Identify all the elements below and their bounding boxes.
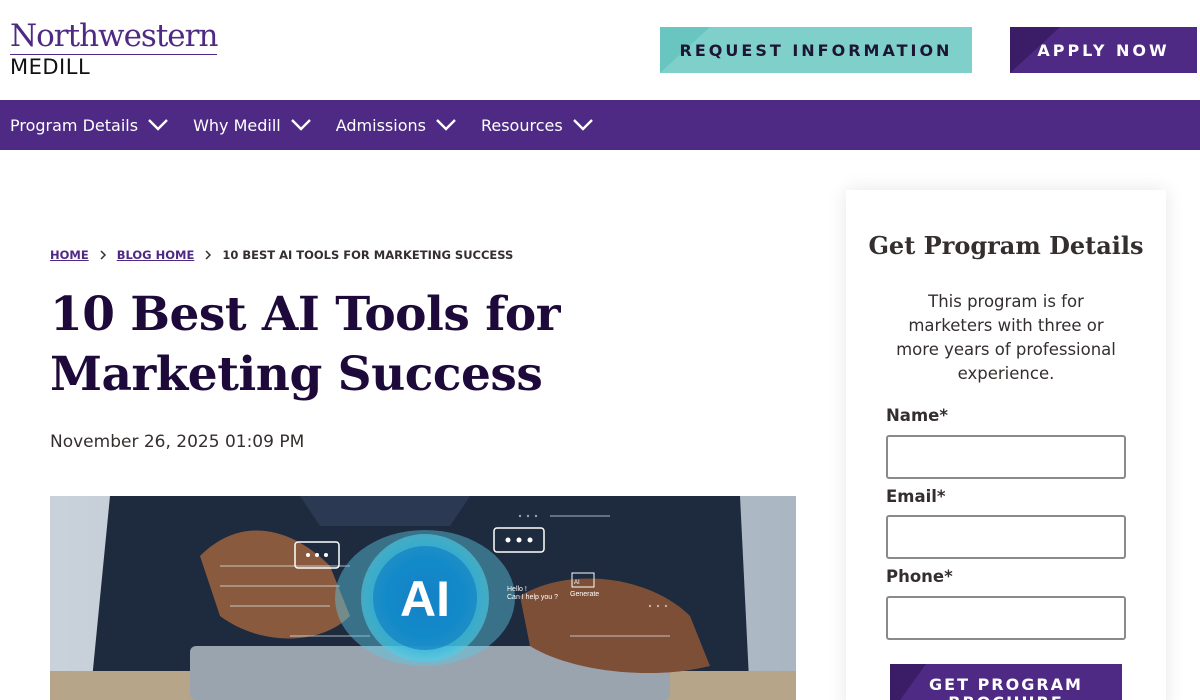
form-description: This program is for marketers with three… bbox=[896, 292, 1116, 383]
nav-item-label: Why Medill bbox=[193, 115, 281, 135]
site-header: Northwestern MEDILL REQUEST INFORMATION … bbox=[0, 0, 1200, 100]
chevron-down-icon bbox=[290, 119, 311, 131]
apply-now-button[interactable]: APPLY NOW bbox=[1010, 27, 1197, 73]
breadcrumb-home-link[interactable]: HOME bbox=[50, 248, 89, 262]
breadcrumb: HOME BLOG HOME 10 BEST AI TOOLS FOR MARK… bbox=[50, 248, 513, 262]
chevron-right-icon bbox=[205, 250, 212, 260]
chevron-down-icon bbox=[572, 119, 593, 131]
page-title: 10 Best AI Tools for Marketing Success bbox=[50, 287, 561, 402]
get-program-brochure-button[interactable]: GET PROGRAM BROCHURE bbox=[890, 664, 1122, 700]
northwestern-medill-logo[interactable]: Northwestern MEDILL bbox=[10, 18, 218, 79]
chevron-down-icon bbox=[148, 119, 168, 131]
nav-item-admissions[interactable]: Admissions bbox=[336, 100, 457, 150]
apply-now-label: APPLY NOW bbox=[1037, 40, 1170, 60]
nav-item-label: Program Details bbox=[10, 115, 139, 135]
request-information-button[interactable]: REQUEST INFORMATION bbox=[660, 27, 972, 73]
logo-northwestern-text: Northwestern bbox=[10, 18, 218, 55]
hero-chat-text-1: Hello ! bbox=[507, 586, 527, 593]
hero-generate-text: Generate bbox=[570, 591, 599, 598]
article-date: November 26, 2025 01:09 PM bbox=[50, 432, 305, 452]
hero-image: AI Hello ! Can I help you ? AI Generate bbox=[50, 496, 796, 700]
hero-ai-text: AI bbox=[400, 571, 450, 627]
form-title: Get Program Details bbox=[868, 231, 1144, 260]
email-field-label: Email* bbox=[886, 487, 946, 506]
chevron-right-icon bbox=[100, 250, 106, 260]
request-information-label: REQUEST INFORMATION bbox=[679, 40, 953, 60]
breadcrumb-current-page: 10 BEST AI TOOLS FOR MARKETING SUCCESS bbox=[222, 248, 514, 262]
nav-item-program-details[interactable]: Program Details bbox=[10, 100, 169, 150]
breadcrumb-blog-home-link[interactable]: BLOG HOME bbox=[117, 248, 195, 262]
nav-item-resources[interactable]: Resources bbox=[481, 100, 594, 150]
hero-chat-text-2: Can I help you ? bbox=[507, 594, 558, 601]
logo-medill-text: MEDILL bbox=[10, 55, 91, 79]
get-program-brochure-label: GET PROGRAM BROCHURE bbox=[929, 675, 1083, 700]
program-details-form: Get Program Details This program is for … bbox=[846, 190, 1166, 700]
ai-illustration: AI Hello ! Can I help you ? AI Generate bbox=[50, 496, 796, 700]
nav-item-label: Resources bbox=[480, 115, 563, 135]
nav-item-label: Admissions bbox=[335, 115, 426, 135]
chevron-down-icon bbox=[436, 119, 456, 131]
main-nav: Program Details Why Medill Admissions Re… bbox=[0, 100, 1200, 150]
name-field-label: Name* bbox=[886, 406, 948, 425]
phone-field[interactable] bbox=[886, 596, 1126, 640]
nav-item-why-medill[interactable]: Why Medill bbox=[193, 100, 312, 150]
name-field[interactable] bbox=[886, 435, 1126, 479]
phone-field-label: Phone* bbox=[886, 567, 953, 586]
email-field[interactable] bbox=[886, 515, 1126, 559]
hero-small-ai-text: AI bbox=[574, 580, 580, 586]
